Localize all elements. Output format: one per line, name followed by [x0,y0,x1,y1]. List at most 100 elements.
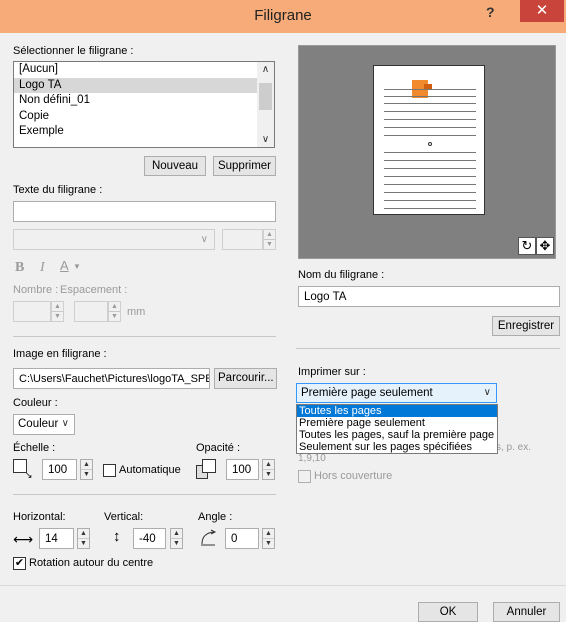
print-option-specified[interactable]: Seulement sur les pages spécifiées [297,441,497,453]
list-item[interactable]: [Aucun] [14,62,274,78]
watermark-preview: ↻ ✥ [298,45,556,259]
list-item-selected[interactable]: Logo TA [14,77,274,93]
select-watermark-label: Sélectionner le filigrane : [13,45,134,57]
color-select-value: Couleur [18,418,59,430]
spacing-input [74,301,108,322]
list-item[interactable]: Copie [14,109,274,125]
text-line [384,160,476,161]
scale-input[interactable]: 100 [42,459,77,480]
italic-icon: I [40,260,45,275]
scroll-up-icon[interactable]: ∧ [257,64,274,75]
watermark-name-input[interactable]: Logo TA [298,286,560,307]
rotation-label: Rotation autour du centre [29,557,154,569]
bold-icon: B [15,260,25,275]
browse-button[interactable]: Parcourir... [214,368,277,389]
color-select[interactable]: Couleur ∨ [13,414,75,435]
horizontal-spinner[interactable]: ▲ ▼ [77,528,90,549]
vertical-input[interactable]: -40 [133,528,166,549]
print-option-all-pages[interactable]: Toutes les pages [297,405,497,417]
scroll-thumb[interactable] [259,83,272,110]
horizontal-input[interactable]: 14 [39,528,74,549]
text-line [384,200,476,201]
out-of-cover-label: Hors couverture [314,470,393,482]
color-label: Couleur : [13,397,58,409]
scroll-down-icon[interactable]: ∨ [257,134,274,145]
opacity-input[interactable]: 100 [226,459,259,480]
chevron-down-icon: ∨ [200,234,208,245]
vertical-spinner[interactable]: ▲ ▼ [170,528,183,549]
watermark-list[interactable]: [Aucun] Logo TA Non défini_01 Copie Exem… [13,61,275,148]
font-select: ∨ [13,229,215,250]
cancel-button[interactable]: Annuler [493,602,560,622]
number-spinner: ▲ ▼ [51,301,64,322]
preview-page [373,65,485,215]
text-line [384,103,476,104]
text-line [384,152,476,153]
angle-icon [199,529,217,547]
text-line [384,119,476,120]
list-item[interactable]: Non défini_01 [14,93,274,109]
font-size-input [222,229,263,250]
number-label: Nombre : [13,284,59,296]
text-line [384,127,476,128]
chevron-down-icon: ∨ [483,387,491,398]
text-line [384,208,476,209]
font-size-spinner: ▲ ▼ [263,229,276,250]
rotate-icon[interactable]: ↻ [518,237,536,255]
print-option-first-page[interactable]: Première page seulement [297,417,497,429]
scale-label: Échelle : [13,442,56,454]
new-button[interactable]: Nouveau [144,156,206,176]
angle-label: Angle : [198,511,233,523]
number-input [13,301,51,322]
save-button[interactable]: Enregistrer [492,316,560,336]
angle-spinner[interactable]: ▲ ▼ [262,528,275,549]
page-hint-text: s, p. ex. [496,442,532,453]
page-hint-example: 1,9,10 [298,453,326,464]
print-on-select[interactable]: Première page seulement ∨ [296,383,497,403]
text-line [384,96,476,97]
vertical-label: Vertical: [104,511,144,523]
separator [296,348,560,349]
chevron-down-icon: ∨ [61,418,69,429]
print-on-label: Imprimer sur : [298,366,366,378]
delete-button[interactable]: Supprimer [213,156,276,176]
footer-separator [0,585,566,586]
scale-spinner[interactable]: ▲ ▼ [80,459,93,480]
font-color-dropdown-icon: ▼ [73,262,81,271]
image-watermark-label: Image en filigrane : [13,348,107,360]
print-on-options[interactable]: Toutes les pages Première page seulement… [296,404,498,454]
image-path-input[interactable]: C:\Users\Fauchet\Pictures\logoTA_SPE [13,368,210,389]
automatic-checkbox[interactable] [103,464,116,477]
help-icon[interactable]: ? [486,4,495,20]
scale-icon: ↘ [13,459,33,480]
rotation-checkbox[interactable]: ✔ [13,557,26,570]
list-item[interactable]: Exemple [14,124,274,140]
separator [13,494,276,495]
font-color-icon: A [60,258,69,273]
watermark-text-label: Texte du filigrane : [13,184,103,196]
vertical-arrow-icon: ↕ [113,528,121,545]
opacity-label: Opacité : [196,442,241,454]
text-line [384,135,476,136]
horizontal-label: Horizontal: [13,511,66,523]
watermark-name-label: Nom du filigrane : [298,269,385,281]
text-line [384,111,476,112]
move-icon[interactable]: ✥ [536,237,554,255]
close-button[interactable]: ✕ [520,0,564,22]
ok-button[interactable]: OK [418,602,478,622]
print-option-except-first[interactable]: Toutes les pages, sauf la première page [297,429,497,441]
text-line [384,89,476,90]
angle-input[interactable]: 0 [225,528,259,549]
out-of-cover-checkbox [298,470,311,483]
list-scrollbar[interactable]: ∧ ∨ [257,62,274,147]
horizontal-arrow-icon: ⟷ [13,531,34,547]
spacing-label: Espacement : [60,284,128,296]
text-line [384,192,476,193]
window-title: Filigrane [254,7,312,24]
watermark-text-input[interactable] [13,201,276,222]
opacity-spinner[interactable]: ▲ ▼ [262,459,275,480]
text-line [384,176,476,177]
print-on-value: Première page seulement [301,387,433,399]
spacing-spinner: ▲ ▼ [108,301,121,322]
title-bar: Filigrane ? ✕ [0,0,566,33]
